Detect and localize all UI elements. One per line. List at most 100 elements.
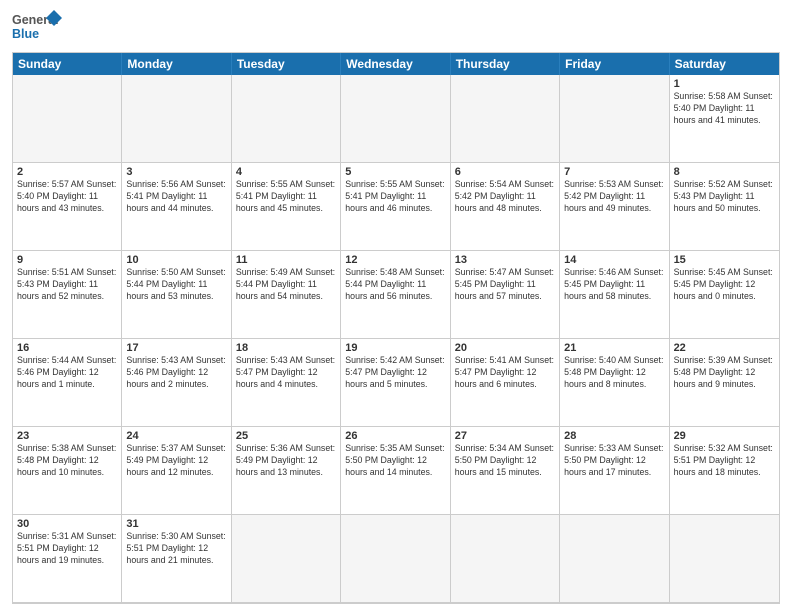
weekday-header: Saturday — [670, 53, 779, 75]
day-info: Sunrise: 5:52 AM Sunset: 5:43 PM Dayligh… — [674, 179, 775, 215]
day-info: Sunrise: 5:41 AM Sunset: 5:47 PM Dayligh… — [455, 355, 555, 391]
day-cell: 25Sunrise: 5:36 AM Sunset: 5:49 PM Dayli… — [232, 427, 341, 515]
day-info: Sunrise: 5:45 AM Sunset: 5:45 PM Dayligh… — [674, 267, 775, 303]
day-cell: 9Sunrise: 5:51 AM Sunset: 5:43 PM Daylig… — [13, 251, 122, 339]
day-number: 24 — [126, 430, 226, 442]
weekday-header: Sunday — [13, 53, 122, 75]
day-number: 14 — [564, 254, 664, 266]
day-cell: 10Sunrise: 5:50 AM Sunset: 5:44 PM Dayli… — [122, 251, 231, 339]
day-info: Sunrise: 5:48 AM Sunset: 5:44 PM Dayligh… — [345, 267, 445, 303]
logo: General Blue — [12, 10, 62, 46]
day-cell: 21Sunrise: 5:40 AM Sunset: 5:48 PM Dayli… — [560, 339, 669, 427]
day-cell: 11Sunrise: 5:49 AM Sunset: 5:44 PM Dayli… — [232, 251, 341, 339]
day-info: Sunrise: 5:50 AM Sunset: 5:44 PM Dayligh… — [126, 267, 226, 303]
empty-cell — [13, 75, 122, 163]
day-info: Sunrise: 5:42 AM Sunset: 5:47 PM Dayligh… — [345, 355, 445, 391]
day-number: 21 — [564, 342, 664, 354]
calendar-body: 1Sunrise: 5:58 AM Sunset: 5:40 PM Daylig… — [13, 75, 779, 603]
day-number: 31 — [126, 518, 226, 530]
day-info: Sunrise: 5:46 AM Sunset: 5:45 PM Dayligh… — [564, 267, 664, 303]
day-cell: 6Sunrise: 5:54 AM Sunset: 5:42 PM Daylig… — [451, 163, 560, 251]
day-cell: 12Sunrise: 5:48 AM Sunset: 5:44 PM Dayli… — [341, 251, 450, 339]
empty-cell — [341, 75, 450, 163]
day-info: Sunrise: 5:35 AM Sunset: 5:50 PM Dayligh… — [345, 443, 445, 479]
day-cell: 29Sunrise: 5:32 AM Sunset: 5:51 PM Dayli… — [670, 427, 779, 515]
day-info: Sunrise: 5:43 AM Sunset: 5:47 PM Dayligh… — [236, 355, 336, 391]
day-number: 18 — [236, 342, 336, 354]
day-cell: 5Sunrise: 5:55 AM Sunset: 5:41 PM Daylig… — [341, 163, 450, 251]
day-cell: 2Sunrise: 5:57 AM Sunset: 5:40 PM Daylig… — [13, 163, 122, 251]
day-number: 25 — [236, 430, 336, 442]
day-info: Sunrise: 5:44 AM Sunset: 5:46 PM Dayligh… — [17, 355, 117, 391]
day-number: 12 — [345, 254, 445, 266]
day-info: Sunrise: 5:37 AM Sunset: 5:49 PM Dayligh… — [126, 443, 226, 479]
day-number: 26 — [345, 430, 445, 442]
day-cell: 30Sunrise: 5:31 AM Sunset: 5:51 PM Dayli… — [13, 515, 122, 603]
day-number: 28 — [564, 430, 664, 442]
day-number: 13 — [455, 254, 555, 266]
day-number: 15 — [674, 254, 775, 266]
day-number: 9 — [17, 254, 117, 266]
day-cell: 19Sunrise: 5:42 AM Sunset: 5:47 PM Dayli… — [341, 339, 450, 427]
day-number: 6 — [455, 166, 555, 178]
day-number: 27 — [455, 430, 555, 442]
day-info: Sunrise: 5:34 AM Sunset: 5:50 PM Dayligh… — [455, 443, 555, 479]
empty-cell — [451, 75, 560, 163]
day-info: Sunrise: 5:56 AM Sunset: 5:41 PM Dayligh… — [126, 179, 226, 215]
empty-cell — [560, 75, 669, 163]
day-number: 22 — [674, 342, 775, 354]
day-number: 2 — [17, 166, 117, 178]
day-cell: 16Sunrise: 5:44 AM Sunset: 5:46 PM Dayli… — [13, 339, 122, 427]
day-number: 8 — [674, 166, 775, 178]
day-number: 7 — [564, 166, 664, 178]
day-cell: 26Sunrise: 5:35 AM Sunset: 5:50 PM Dayli… — [341, 427, 450, 515]
day-info: Sunrise: 5:57 AM Sunset: 5:40 PM Dayligh… — [17, 179, 117, 215]
empty-cell — [122, 75, 231, 163]
day-info: Sunrise: 5:49 AM Sunset: 5:44 PM Dayligh… — [236, 267, 336, 303]
day-number: 1 — [674, 78, 775, 90]
day-info: Sunrise: 5:43 AM Sunset: 5:46 PM Dayligh… — [126, 355, 226, 391]
weekday-header: Wednesday — [341, 53, 450, 75]
day-number: 16 — [17, 342, 117, 354]
day-number: 29 — [674, 430, 775, 442]
calendar: SundayMondayTuesdayWednesdayThursdayFrid… — [12, 52, 780, 604]
day-cell: 20Sunrise: 5:41 AM Sunset: 5:47 PM Dayli… — [451, 339, 560, 427]
day-number: 10 — [126, 254, 226, 266]
day-info: Sunrise: 5:55 AM Sunset: 5:41 PM Dayligh… — [345, 179, 445, 215]
day-number: 17 — [126, 342, 226, 354]
day-cell: 17Sunrise: 5:43 AM Sunset: 5:46 PM Dayli… — [122, 339, 231, 427]
day-number: 3 — [126, 166, 226, 178]
day-info: Sunrise: 5:36 AM Sunset: 5:49 PM Dayligh… — [236, 443, 336, 479]
day-cell: 4Sunrise: 5:55 AM Sunset: 5:41 PM Daylig… — [232, 163, 341, 251]
weekday-header: Tuesday — [232, 53, 341, 75]
day-info: Sunrise: 5:39 AM Sunset: 5:48 PM Dayligh… — [674, 355, 775, 391]
day-info: Sunrise: 5:40 AM Sunset: 5:48 PM Dayligh… — [564, 355, 664, 391]
day-info: Sunrise: 5:58 AM Sunset: 5:40 PM Dayligh… — [674, 91, 775, 127]
weekday-header: Thursday — [451, 53, 560, 75]
day-info: Sunrise: 5:32 AM Sunset: 5:51 PM Dayligh… — [674, 443, 775, 479]
day-cell: 3Sunrise: 5:56 AM Sunset: 5:41 PM Daylig… — [122, 163, 231, 251]
day-number: 4 — [236, 166, 336, 178]
day-info: Sunrise: 5:54 AM Sunset: 5:42 PM Dayligh… — [455, 179, 555, 215]
empty-cell — [451, 515, 560, 603]
day-number: 11 — [236, 254, 336, 266]
day-number: 20 — [455, 342, 555, 354]
day-cell: 1Sunrise: 5:58 AM Sunset: 5:40 PM Daylig… — [670, 75, 779, 163]
empty-cell — [670, 515, 779, 603]
day-info: Sunrise: 5:53 AM Sunset: 5:42 PM Dayligh… — [564, 179, 664, 215]
day-info: Sunrise: 5:31 AM Sunset: 5:51 PM Dayligh… — [17, 531, 117, 567]
day-cell: 15Sunrise: 5:45 AM Sunset: 5:45 PM Dayli… — [670, 251, 779, 339]
empty-cell — [560, 515, 669, 603]
day-cell: 24Sunrise: 5:37 AM Sunset: 5:49 PM Dayli… — [122, 427, 231, 515]
day-cell: 13Sunrise: 5:47 AM Sunset: 5:45 PM Dayli… — [451, 251, 560, 339]
day-number: 5 — [345, 166, 445, 178]
generalblue-logo-icon: General Blue — [12, 10, 62, 46]
day-cell: 22Sunrise: 5:39 AM Sunset: 5:48 PM Dayli… — [670, 339, 779, 427]
day-info: Sunrise: 5:51 AM Sunset: 5:43 PM Dayligh… — [17, 267, 117, 303]
day-cell: 23Sunrise: 5:38 AM Sunset: 5:48 PM Dayli… — [13, 427, 122, 515]
page: General Blue SundayMondayTuesdayWednesda… — [0, 0, 792, 612]
day-cell: 7Sunrise: 5:53 AM Sunset: 5:42 PM Daylig… — [560, 163, 669, 251]
day-number: 23 — [17, 430, 117, 442]
day-cell: 27Sunrise: 5:34 AM Sunset: 5:50 PM Dayli… — [451, 427, 560, 515]
day-cell: 28Sunrise: 5:33 AM Sunset: 5:50 PM Dayli… — [560, 427, 669, 515]
